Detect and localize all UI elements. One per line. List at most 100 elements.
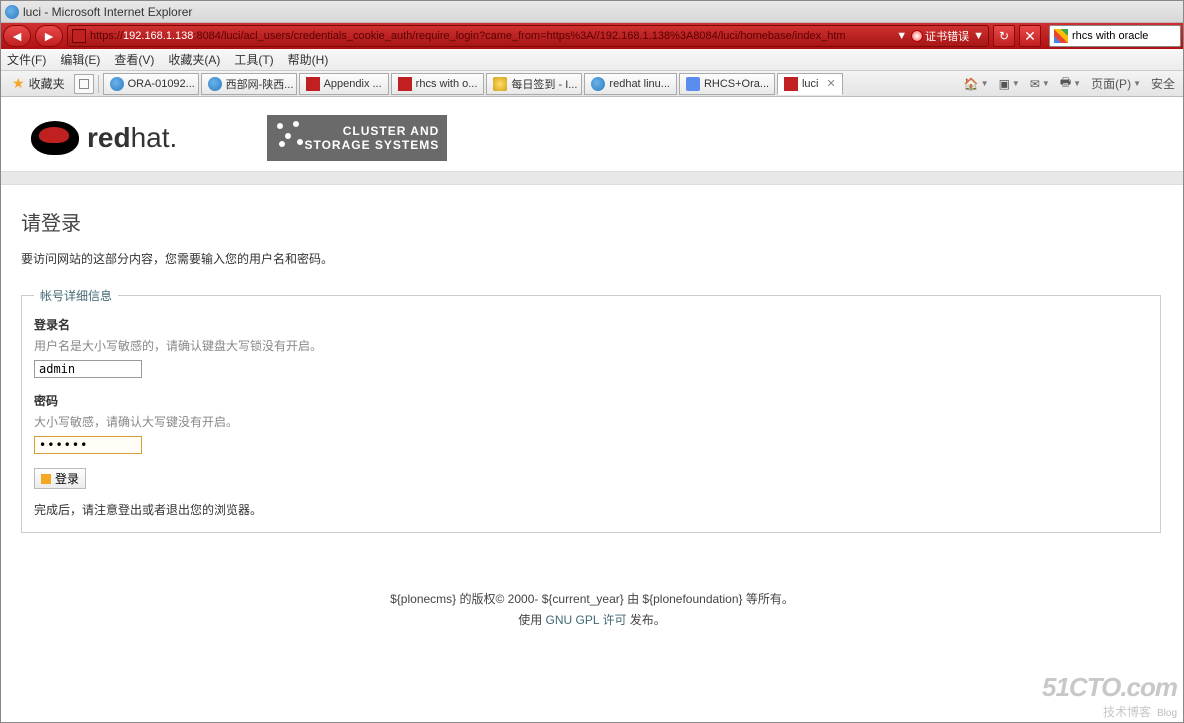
redhat-logo: redhat. bbox=[31, 115, 177, 161]
window-title: luci - Microsoft Internet Explorer bbox=[23, 5, 192, 19]
address-dropdown-icon[interactable]: ▼ bbox=[896, 30, 907, 42]
search-input[interactable] bbox=[1072, 30, 1172, 42]
footer-copyright: ${plonecms} 的版权© 2000- ${current_year} 由… bbox=[1, 590, 1183, 607]
favorites-label: 收藏夹 bbox=[29, 75, 65, 92]
login-subtitle: 要访问网站的这部分内容，您需要输入您的用户名和密码。 bbox=[21, 250, 1163, 267]
footer-license: 使用 GNU GPL 许可 发布。 bbox=[1, 611, 1183, 628]
cluster-line1: CLUSTER AND bbox=[343, 124, 440, 138]
page-menu[interactable]: 页面(P)▼ bbox=[1087, 74, 1145, 94]
back-button[interactable]: ◄ bbox=[3, 25, 31, 47]
page-body: redhat. CLUSTER AND STORAGE SYSTEMS 请登录 … bbox=[1, 97, 1183, 567]
url-scheme: https:// bbox=[90, 30, 123, 42]
search-box[interactable] bbox=[1049, 25, 1181, 47]
menu-help[interactable]: 帮助(H) bbox=[288, 51, 329, 68]
url-host: 192.168.1.138 bbox=[123, 30, 193, 42]
cluster-systems-banner: CLUSTER AND STORAGE SYSTEMS bbox=[267, 115, 447, 161]
footer-license-post: 发布。 bbox=[626, 613, 665, 627]
password-help: 大小写敏感，请确认大写键没有开启。 bbox=[34, 413, 1148, 430]
password-label: 密码 bbox=[34, 392, 1148, 409]
cluster-line2: STORAGE SYSTEMS bbox=[304, 138, 439, 152]
site-favicon bbox=[72, 29, 86, 43]
menu-view[interactable]: 查看(V) bbox=[114, 51, 154, 68]
feeds-button[interactable]: ▣▼ bbox=[995, 74, 1024, 94]
fieldset-legend: 帐号详细信息 bbox=[34, 287, 118, 304]
tab-west[interactable]: 西部网-陕西... bbox=[201, 73, 297, 95]
tab-label: 西部网-陕西... bbox=[226, 76, 294, 92]
username-label: 登录名 bbox=[34, 316, 1148, 333]
browser-navbar: ◄ ► https:// 192.168.1.138 :8084/luci/ac… bbox=[1, 23, 1183, 49]
ie-icon bbox=[5, 5, 19, 19]
tab-rhcs[interactable]: rhcs with o... bbox=[391, 73, 485, 95]
watermark-brand: 51CTO.com bbox=[1042, 672, 1177, 703]
mail-button[interactable]: ✉▼ bbox=[1026, 74, 1054, 94]
redhat-icon bbox=[306, 77, 320, 91]
redhat-wordmark: redhat. bbox=[87, 122, 177, 154]
cert-dropdown-icon[interactable]: ▼ bbox=[973, 30, 984, 42]
tab-label: ORA-01092... bbox=[128, 78, 195, 90]
menu-edit[interactable]: 编辑(E) bbox=[60, 51, 100, 68]
password-input[interactable] bbox=[34, 436, 142, 454]
forward-button[interactable]: ► bbox=[35, 25, 63, 47]
stop-button[interactable]: ✕ bbox=[1019, 25, 1041, 47]
watermark: 51CTO.com 技术博客 Blog bbox=[1042, 672, 1177, 720]
login-content: 请登录 要访问网站的这部分内容，您需要输入您的用户名和密码。 帐号详细信息 登录… bbox=[1, 185, 1183, 567]
cert-error-label[interactable]: 证书错误 bbox=[925, 28, 969, 44]
cert-error-icon bbox=[911, 30, 923, 42]
ie-icon bbox=[591, 77, 605, 91]
tab-redhatlinux[interactable]: redhat linu... bbox=[584, 73, 677, 95]
menu-file[interactable]: 文件(F) bbox=[7, 51, 46, 68]
watermark-blog: Blog bbox=[1157, 708, 1177, 719]
tab-label: rhcs with o... bbox=[416, 78, 478, 90]
favorites-bar: ★ 收藏夹 ORA-01092... 西部网-陕西... Appendix ..… bbox=[1, 71, 1183, 97]
header-logo-row: redhat. CLUSTER AND STORAGE SYSTEMS bbox=[1, 97, 1183, 161]
redhat-icon bbox=[784, 77, 798, 91]
login-button-icon bbox=[41, 474, 51, 484]
separator bbox=[98, 75, 99, 93]
username-input[interactable] bbox=[34, 360, 142, 378]
favorites-button[interactable]: ★ 收藏夹 bbox=[5, 74, 72, 94]
close-tab-icon[interactable]: ✕ bbox=[822, 77, 835, 90]
ie-icon bbox=[110, 77, 124, 91]
home-button[interactable]: 🏠▼ bbox=[960, 74, 993, 94]
toolbar-right: 🏠▼ ▣▼ ✉▼ 🖶▼ 页面(P)▼ 安全 bbox=[960, 74, 1179, 94]
tab-appendix[interactable]: Appendix ... bbox=[299, 73, 389, 95]
tab-label: Appendix ... bbox=[324, 78, 382, 90]
redhat-hat-icon bbox=[31, 121, 79, 155]
page-footer: ${plonecms} 的版权© 2000- ${current_year} 由… bbox=[1, 590, 1183, 628]
password-block: 密码 大小写敏感，请确认大写键没有开启。 bbox=[34, 392, 1148, 454]
window-titlebar: luci - Microsoft Internet Explorer bbox=[1, 1, 1183, 23]
menu-tools[interactable]: 工具(T) bbox=[234, 51, 273, 68]
tab-luci[interactable]: luci✕ bbox=[777, 73, 843, 95]
url-path: :8084/luci/acl_users/credentials_cookie_… bbox=[193, 30, 845, 42]
favorites-pane-button[interactable] bbox=[74, 74, 94, 94]
tab-rhcsora[interactable]: RHCS+Ora... bbox=[679, 73, 775, 95]
refresh-button[interactable]: ↻ bbox=[993, 25, 1015, 47]
tab-label: redhat linu... bbox=[609, 78, 670, 90]
trophy-icon bbox=[493, 77, 507, 91]
star-icon: ★ bbox=[12, 75, 25, 92]
username-help: 用户名是大小写敏感的，请确认键盘大写锁没有开启。 bbox=[34, 337, 1148, 354]
safety-menu-label: 安全 bbox=[1151, 75, 1175, 92]
header-divider bbox=[1, 171, 1183, 185]
tab-ora[interactable]: ORA-01092... bbox=[103, 73, 199, 95]
gpl-link[interactable]: GNU GPL 许可 bbox=[546, 613, 627, 627]
login-button[interactable]: 登录 bbox=[34, 468, 86, 489]
safety-menu[interactable]: 安全 bbox=[1147, 74, 1179, 94]
tab-label: luci bbox=[802, 78, 819, 90]
tab-daily[interactable]: 每日签到 - I... bbox=[486, 73, 582, 95]
tab-label: RHCS+Ora... bbox=[704, 78, 769, 90]
redhat-icon bbox=[398, 77, 412, 91]
username-block: 登录名 用户名是大小写敏感的，请确认键盘大写锁没有开启。 bbox=[34, 316, 1148, 378]
tab-label: 每日签到 - I... bbox=[511, 76, 577, 92]
cluster-dots-icon bbox=[275, 121, 305, 151]
ie-icon bbox=[208, 77, 222, 91]
menu-favorites[interactable]: 收藏夹(A) bbox=[168, 51, 220, 68]
page-menu-label: 页面(P) bbox=[1091, 75, 1131, 92]
watermark-sub: 技术博客 bbox=[1103, 705, 1151, 719]
paw-icon bbox=[686, 77, 700, 91]
address-bar[interactable]: https:// 192.168.1.138 :8084/luci/acl_us… bbox=[67, 25, 989, 47]
print-button[interactable]: 🖶▼ bbox=[1056, 74, 1085, 94]
menu-bar: 文件(F) 编辑(E) 查看(V) 收藏夹(A) 工具(T) 帮助(H) bbox=[1, 49, 1183, 71]
login-heading: 请登录 bbox=[21, 207, 1163, 236]
login-after-note: 完成后，请注意登出或者退出您的浏览器。 bbox=[34, 501, 1148, 518]
